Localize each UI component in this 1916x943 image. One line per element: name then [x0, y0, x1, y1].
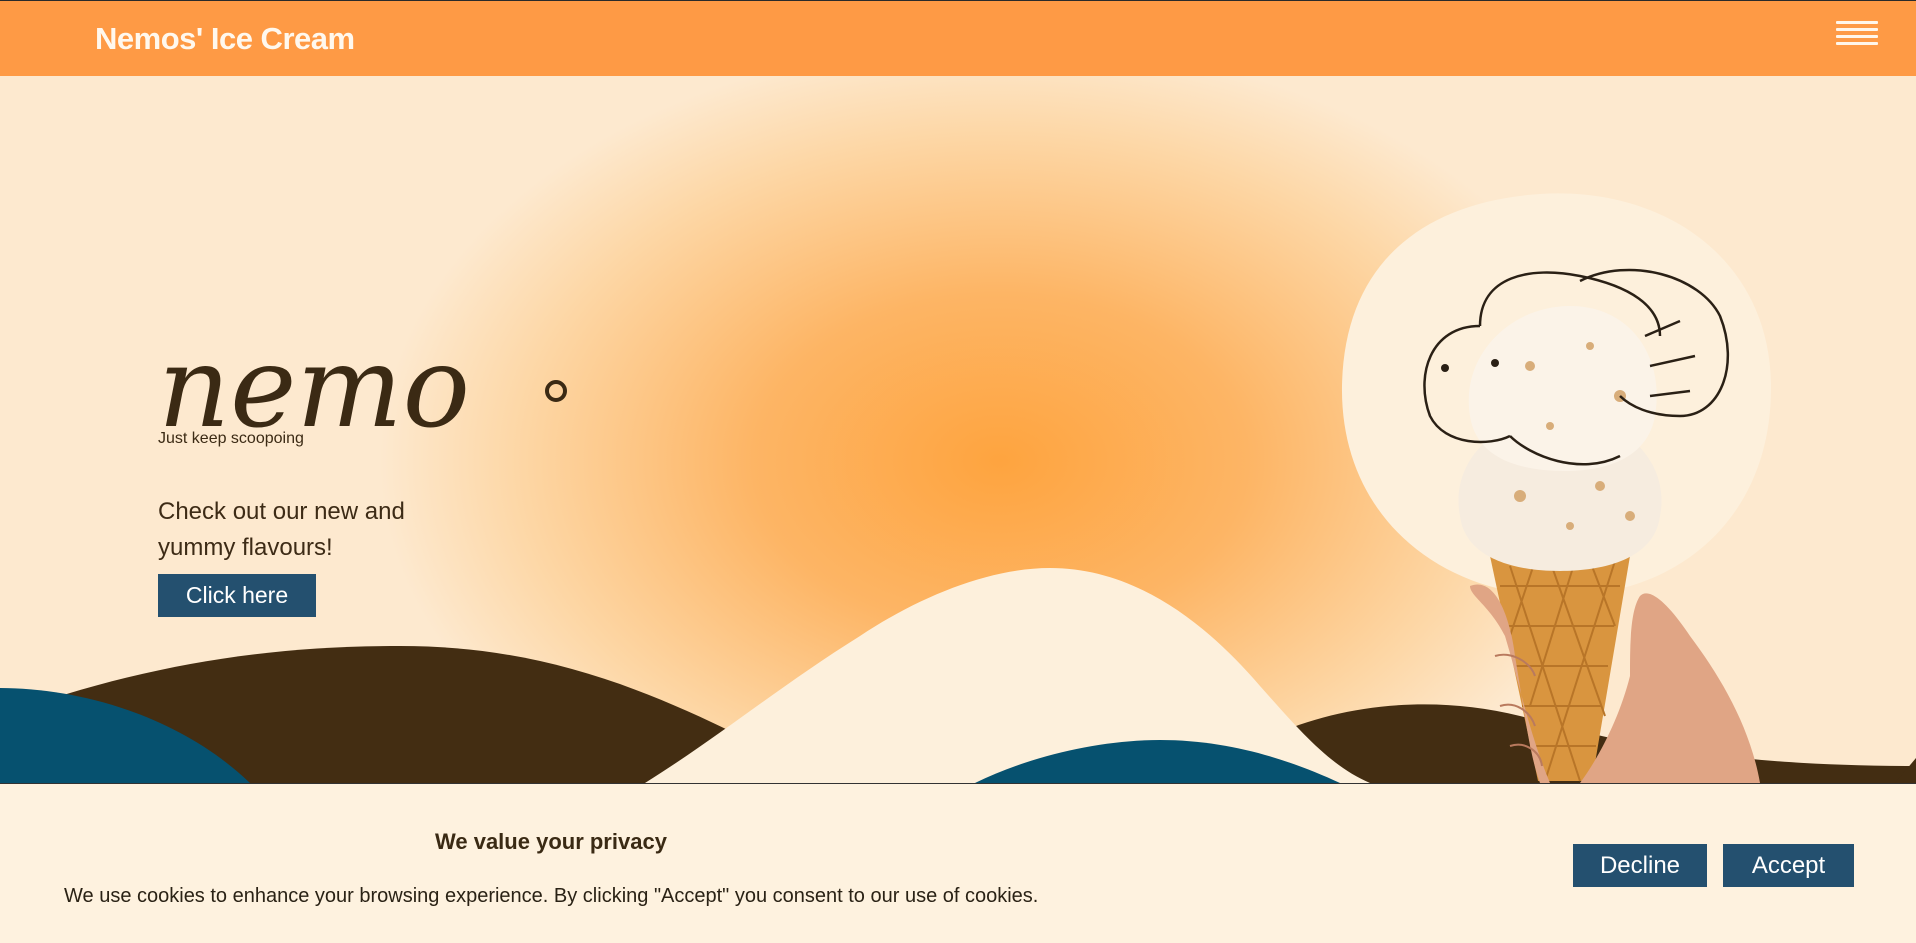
click-here-button[interactable]: Click here — [158, 574, 316, 617]
accept-button[interactable]: Accept — [1723, 844, 1854, 887]
brand-title[interactable]: Nemos' Ice Cream — [95, 21, 355, 57]
decline-button[interactable]: Decline — [1573, 844, 1707, 887]
cookie-banner: We value your privacy We use cookies to … — [0, 783, 1916, 943]
promo-text: Check out our new and yummy flavours! — [158, 498, 405, 561]
tagline: Just keep scoopoing — [158, 430, 304, 447]
top-navigation-bar: Nemos' Ice Cream — [0, 0, 1916, 76]
wave-cream-hill — [645, 568, 1370, 783]
hamburger-menu-icon[interactable] — [1836, 21, 1878, 53]
cookie-text: We use cookies to enhance your browsing … — [64, 885, 1039, 907]
hero-section: nemo Just keep scoopoing Check out our n… — [0, 76, 1916, 783]
ice-cream-hand-illustration — [1341, 193, 1772, 783]
cookie-title: We value your privacy — [435, 829, 667, 854]
